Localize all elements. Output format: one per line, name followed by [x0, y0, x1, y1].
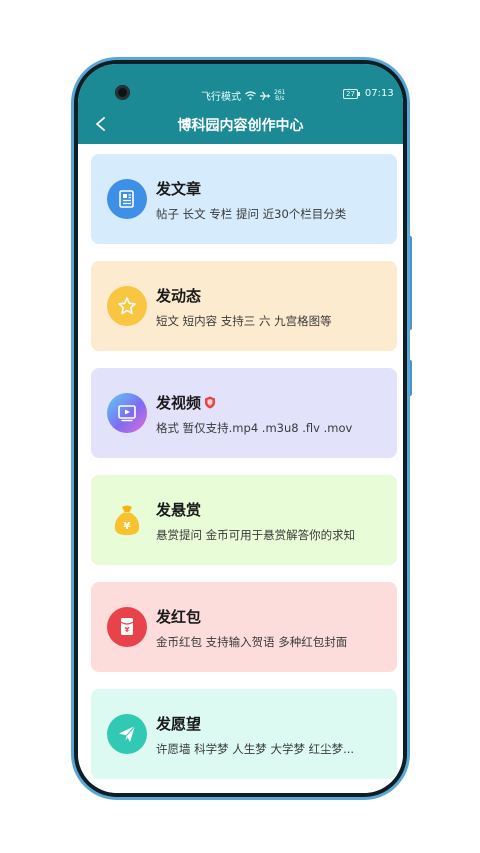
- battery-icon: 27: [343, 88, 360, 99]
- network-speed-unit: B/s: [275, 94, 285, 102]
- wifi-icon: [245, 91, 256, 100]
- card-post-article[interactable]: 发文章 帖子 长文 专栏 提问 近30个栏目分类: [91, 154, 397, 244]
- status-right: 27 07:13: [343, 88, 394, 99]
- card-title: 发愿望: [156, 715, 202, 733]
- card-title: 发悬赏: [156, 501, 202, 519]
- star-icon: [107, 286, 147, 326]
- svg-text:¥: ¥: [124, 521, 131, 532]
- money-bag-icon: ¥: [107, 500, 147, 540]
- network-speed: 261 B/s: [274, 89, 285, 102]
- phone-bezel: 飞行模式 261 B/s 27 07:13 博科园内容创作中心 发文章 帖子 长…: [74, 60, 407, 797]
- paper-plane-icon: [107, 714, 147, 754]
- article-icon: [107, 179, 147, 219]
- card-description: 许愿墙 科学梦 人生梦 大学梦 红尘梦...: [156, 742, 355, 756]
- app-header: 飞行模式 261 B/s 27 07:13 博科园内容创作中心: [78, 64, 403, 144]
- card-post-bounty[interactable]: ¥ 发悬赏 悬赏提问 金币可用于悬赏解答你的求知: [91, 475, 397, 565]
- card-description: 帖子 长文 专栏 提问 近30个栏目分类: [156, 207, 347, 221]
- status-bar: 飞行模式 261 B/s 27 07:13: [78, 78, 403, 103]
- card-title: 发红包: [156, 608, 202, 626]
- creation-menu: 发文章 帖子 长文 专栏 提问 近30个栏目分类 发动态 短文 短内容 支持三 …: [78, 144, 403, 793]
- card-description: 金币红包 支持输入贺语 多种红包封面: [156, 635, 348, 649]
- page-title: 博科园内容创作中心: [177, 118, 304, 134]
- video-icon: [107, 393, 147, 433]
- battery-level: 27: [346, 89, 355, 98]
- shield-badge-icon: [205, 396, 216, 409]
- card-post-video[interactable]: 发视频 格式 暂仅支持.mp4 .m3u8 .flv .mov: [91, 368, 397, 458]
- red-envelope-icon: ¥: [107, 607, 147, 647]
- card-title: 发视频: [156, 394, 202, 412]
- status-center: 飞行模式 261 B/s: [201, 88, 285, 103]
- card-title: 发动态: [156, 287, 202, 305]
- card-title: 发文章: [156, 180, 202, 198]
- card-post-red-envelope[interactable]: ¥ 发红包 金币红包 支持输入贺语 多种红包封面: [91, 582, 397, 672]
- card-description: 短文 短内容 支持三 六 九宫格图等: [156, 314, 332, 328]
- clock: 07:13: [364, 88, 394, 99]
- card-title-row: 发视频: [156, 392, 216, 413]
- card-description: 悬赏提问 金币可用于悬赏解答你的求知: [156, 528, 356, 542]
- card-description: 格式 暂仅支持.mp4 .m3u8 .flv .mov: [156, 421, 353, 435]
- airplane-icon: [260, 91, 270, 100]
- phone-screen: 飞行模式 261 B/s 27 07:13 博科园内容创作中心 发文章 帖子 长…: [78, 64, 403, 793]
- card-post-wish[interactable]: 发愿望 许愿墙 科学梦 人生梦 大学梦 红尘梦...: [91, 689, 397, 779]
- phone-frame: 飞行模式 261 B/s 27 07:13 博科园内容创作中心 发文章 帖子 长…: [71, 57, 410, 800]
- svg-text:¥: ¥: [125, 626, 130, 634]
- airplane-mode-text: 飞行模式: [201, 92, 241, 103]
- card-post-moment[interactable]: 发动态 短文 短内容 支持三 六 九宫格图等: [91, 261, 397, 351]
